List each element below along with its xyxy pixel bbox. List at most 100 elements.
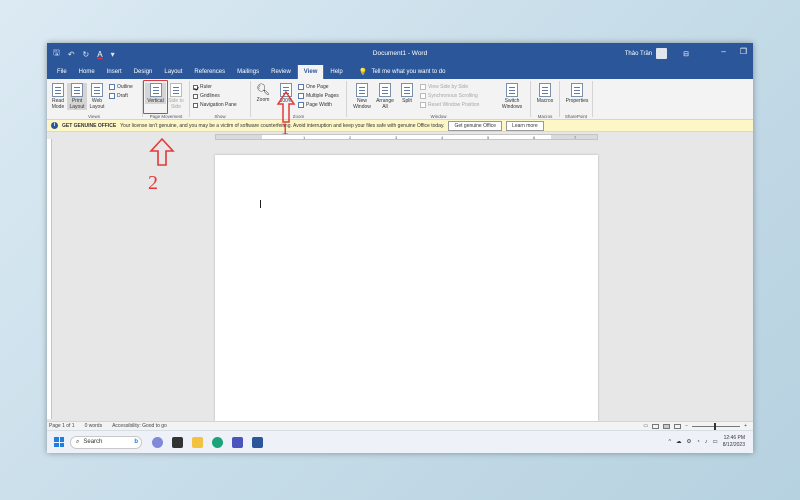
get-genuine-office-button[interactable]: Get genuine Office xyxy=(448,120,503,131)
reset-window-position-button[interactable]: Reset Window Position xyxy=(420,102,479,108)
chevron-up-icon[interactable]: ^ xyxy=(668,439,671,445)
vertical-ruler[interactable] xyxy=(47,139,52,419)
task-view-icon[interactable] xyxy=(172,436,183,448)
window-group: New Window Arrange All Split View Side b… xyxy=(348,80,529,119)
battery-icon[interactable]: ▭ xyxy=(713,439,718,445)
word-app-icon[interactable] xyxy=(252,436,263,448)
zoom-button[interactable]: 🔍︎ Zoom xyxy=(253,83,273,103)
multiple-pages-icon xyxy=(298,93,304,99)
magnifier-icon: 🔍︎ xyxy=(256,84,270,96)
edge-icon[interactable] xyxy=(212,436,223,448)
page-width-button[interactable]: Page Width xyxy=(298,102,332,108)
tab-references[interactable]: References xyxy=(188,65,231,79)
arrange-all-button[interactable]: Arrange All xyxy=(374,83,396,110)
page-width-icon xyxy=(298,102,304,108)
settings-icon[interactable]: ⚙ xyxy=(687,439,692,445)
minimize-icon[interactable]: – xyxy=(721,47,725,56)
font-color-icon[interactable]: A xyxy=(97,50,102,59)
tab-home[interactable]: Home xyxy=(73,65,101,79)
macros-icon xyxy=(539,83,551,97)
teams-icon[interactable] xyxy=(232,436,243,448)
view-side-by-side-label: View Side by Side xyxy=(428,84,469,90)
horizontal-ruler[interactable]: 1 2 3 4 5 6 7 xyxy=(215,134,598,140)
side-to-side-button[interactable]: Side to Side xyxy=(166,83,186,110)
ribbon-display-icon[interactable]: ⊟ xyxy=(683,50,689,58)
wifi-icon[interactable]: ◔ xyxy=(696,439,699,445)
one-page-label: One Page xyxy=(306,84,329,90)
word-count[interactable]: 0 words xyxy=(85,423,103,429)
view-side-by-side-button[interactable]: View Side by Side xyxy=(420,84,468,90)
web-layout-button[interactable]: Web Layout xyxy=(87,83,107,110)
gridlines-checkbox[interactable]: Gridlines xyxy=(193,93,220,99)
print-view-icon[interactable] xyxy=(663,423,671,429)
read-view-icon[interactable] xyxy=(652,423,660,429)
divider xyxy=(346,81,347,117)
accessibility-status[interactable]: Accessibility: Good to go xyxy=(112,423,167,429)
taskbar: ⌕ Search b ^ ☁ ⚙ ◔ ♪ ▭ 12:46 PM 8/12/202… xyxy=(47,430,753,453)
learn-more-button[interactable]: Learn more xyxy=(506,120,544,131)
tab-insert[interactable]: Insert xyxy=(101,65,128,79)
divider xyxy=(592,81,593,117)
ruler-number: 5 xyxy=(487,135,490,140)
side-to-side-label: Side to Side xyxy=(168,98,184,110)
tell-me-box[interactable]: 💡 Tell me what you want to do xyxy=(349,68,446,76)
ruler-checkbox[interactable]: Ruler xyxy=(193,84,212,90)
volume-icon[interactable]: ♪ xyxy=(705,439,708,445)
tab-design[interactable]: Design xyxy=(128,65,159,79)
text-cursor xyxy=(260,200,261,208)
info-icon: i xyxy=(51,122,58,129)
file-explorer-icon[interactable] xyxy=(192,436,203,448)
properties-button[interactable]: Properties xyxy=(565,83,589,104)
outline-button[interactable]: Outline xyxy=(109,84,133,90)
clock[interactable]: 12:46 PM 8/12/2023 xyxy=(723,435,745,448)
web-layout-label: Web Layout xyxy=(89,98,105,110)
arrange-all-label: Arrange All xyxy=(376,98,394,110)
windows-start-icon[interactable] xyxy=(54,437,64,447)
page-count[interactable]: Page 1 of 1 xyxy=(49,423,75,429)
avatar[interactable] xyxy=(656,48,668,59)
synchronous-scrolling-button[interactable]: Synchronous Scrolling xyxy=(420,93,478,99)
draft-button[interactable]: Draft xyxy=(109,93,128,99)
new-window-button[interactable]: New Window xyxy=(351,83,373,110)
zoom-group: 🔍︎ Zoom 100% One Page Multiple Pages Page… xyxy=(252,80,345,119)
tab-mailings[interactable]: Mailings xyxy=(231,65,265,79)
genuine-office-bar: i GET GENUINE OFFICE Your license isn't … xyxy=(47,120,753,132)
properties-icon xyxy=(571,83,583,97)
bing-icon: b xyxy=(134,439,138,445)
tab-help[interactable]: Help xyxy=(324,65,348,79)
lightbulb-icon: 💡 xyxy=(358,69,368,76)
focus-icon[interactable]: ▭ xyxy=(643,423,648,429)
taskbar-search[interactable]: ⌕ Search b xyxy=(70,435,142,449)
print-layout-button[interactable]: Print Layout xyxy=(67,83,87,110)
zoom-out-icon[interactable]: − xyxy=(685,423,688,429)
save-icon[interactable]: 🖫 xyxy=(53,47,60,61)
split-button[interactable]: Split xyxy=(397,83,417,104)
macros-group-label: Macros xyxy=(537,114,553,119)
tab-view[interactable]: View xyxy=(296,64,325,80)
user-account[interactable]: Thảo Trần ⊟ xyxy=(625,48,689,59)
zoom-slider[interactable] xyxy=(692,422,741,430)
switch-windows-button[interactable]: Switch Windows xyxy=(500,83,524,110)
one-page-button[interactable]: One Page xyxy=(298,84,329,90)
redo-icon[interactable]: ↻ xyxy=(83,50,90,59)
undo-icon[interactable]: ↶ xyxy=(68,50,75,59)
navigation-pane-checkbox[interactable]: Navigation Pane xyxy=(193,102,237,108)
qat-more-icon[interactable]: ▾ xyxy=(111,50,115,59)
new-window-icon xyxy=(356,83,368,97)
print-layout-label: Print Layout xyxy=(69,98,85,110)
page-width-label: Page Width xyxy=(306,102,332,108)
tab-layout[interactable]: Layout xyxy=(158,65,188,79)
zoom-in-icon[interactable]: + xyxy=(744,423,747,429)
teams-chat-icon[interactable] xyxy=(152,436,163,448)
multiple-pages-button[interactable]: Multiple Pages xyxy=(298,93,339,99)
cloud-icon[interactable]: ☁ xyxy=(676,439,682,445)
arrow-annotation-2 xyxy=(149,137,175,166)
web-view-icon[interactable] xyxy=(674,423,682,429)
read-mode-button[interactable]: Read Mode xyxy=(48,83,68,110)
tab-review[interactable]: Review xyxy=(265,65,297,79)
macros-button[interactable]: Macros xyxy=(535,83,555,104)
tab-file[interactable]: File xyxy=(51,65,73,79)
ribbon-tabs: File Home Insert Design Layout Reference… xyxy=(47,64,753,80)
maximize-icon[interactable]: ❐ xyxy=(740,47,747,56)
document-page[interactable] xyxy=(215,155,598,421)
